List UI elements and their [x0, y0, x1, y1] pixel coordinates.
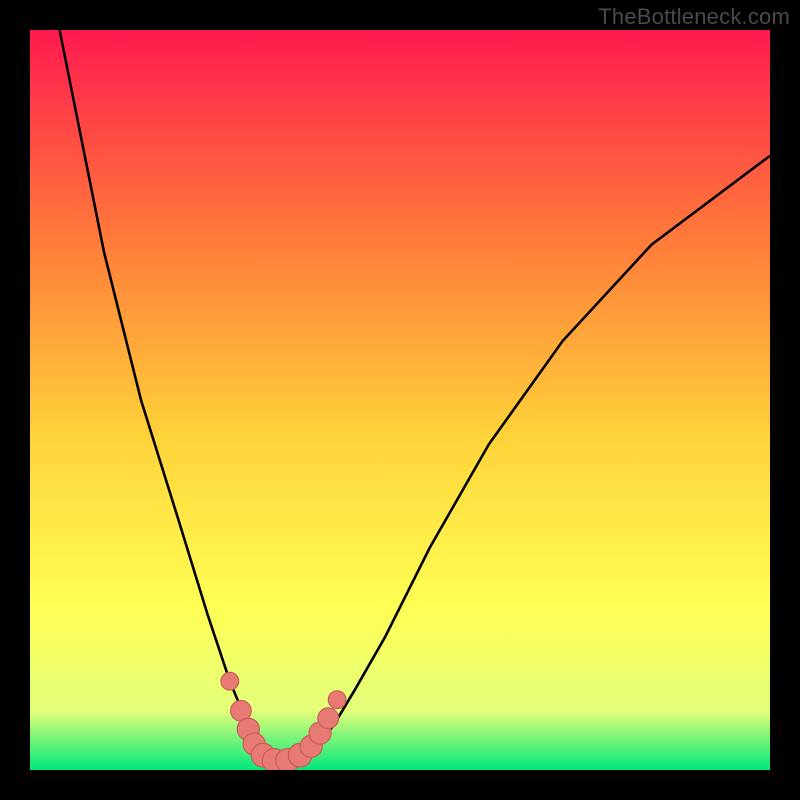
marker-point [328, 691, 346, 709]
attribution-label: TheBottleneck.com [598, 4, 790, 30]
chart-frame: TheBottleneck.com [0, 0, 800, 800]
marker-point [318, 708, 339, 729]
plot-area [30, 30, 770, 770]
marker-point [221, 672, 239, 690]
chart-svg [30, 30, 770, 770]
